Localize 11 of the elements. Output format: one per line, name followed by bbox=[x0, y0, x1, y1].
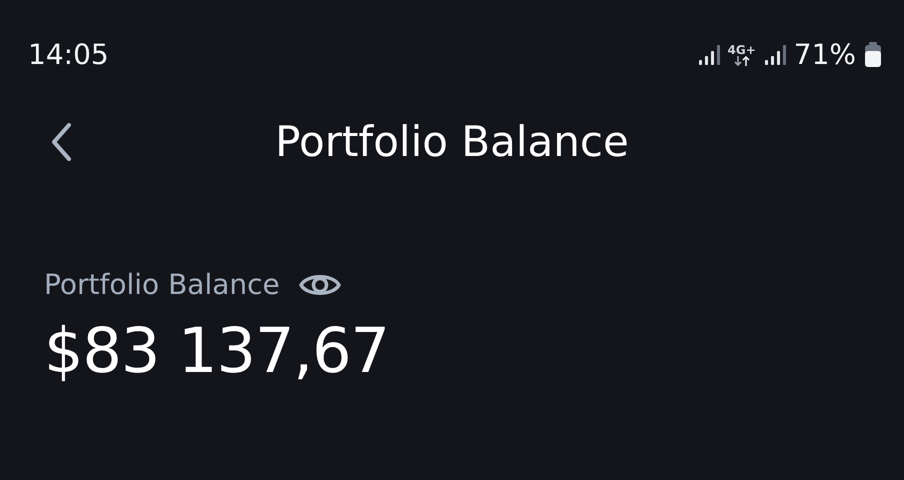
signal-icon bbox=[764, 44, 786, 66]
signal-icon bbox=[698, 44, 720, 66]
network-type: 4G+ bbox=[728, 44, 756, 56]
battery-icon bbox=[864, 42, 882, 68]
balance-label: Portfolio Balance bbox=[44, 267, 280, 303]
battery-percent: 71% bbox=[794, 37, 856, 73]
status-time: 14:05 bbox=[28, 37, 109, 73]
page-title: Portfolio Balance bbox=[275, 116, 629, 168]
balance-amount: $83 137,67 bbox=[44, 320, 390, 382]
data-arrows-icon bbox=[732, 56, 751, 66]
chevron-left-icon bbox=[50, 122, 72, 162]
